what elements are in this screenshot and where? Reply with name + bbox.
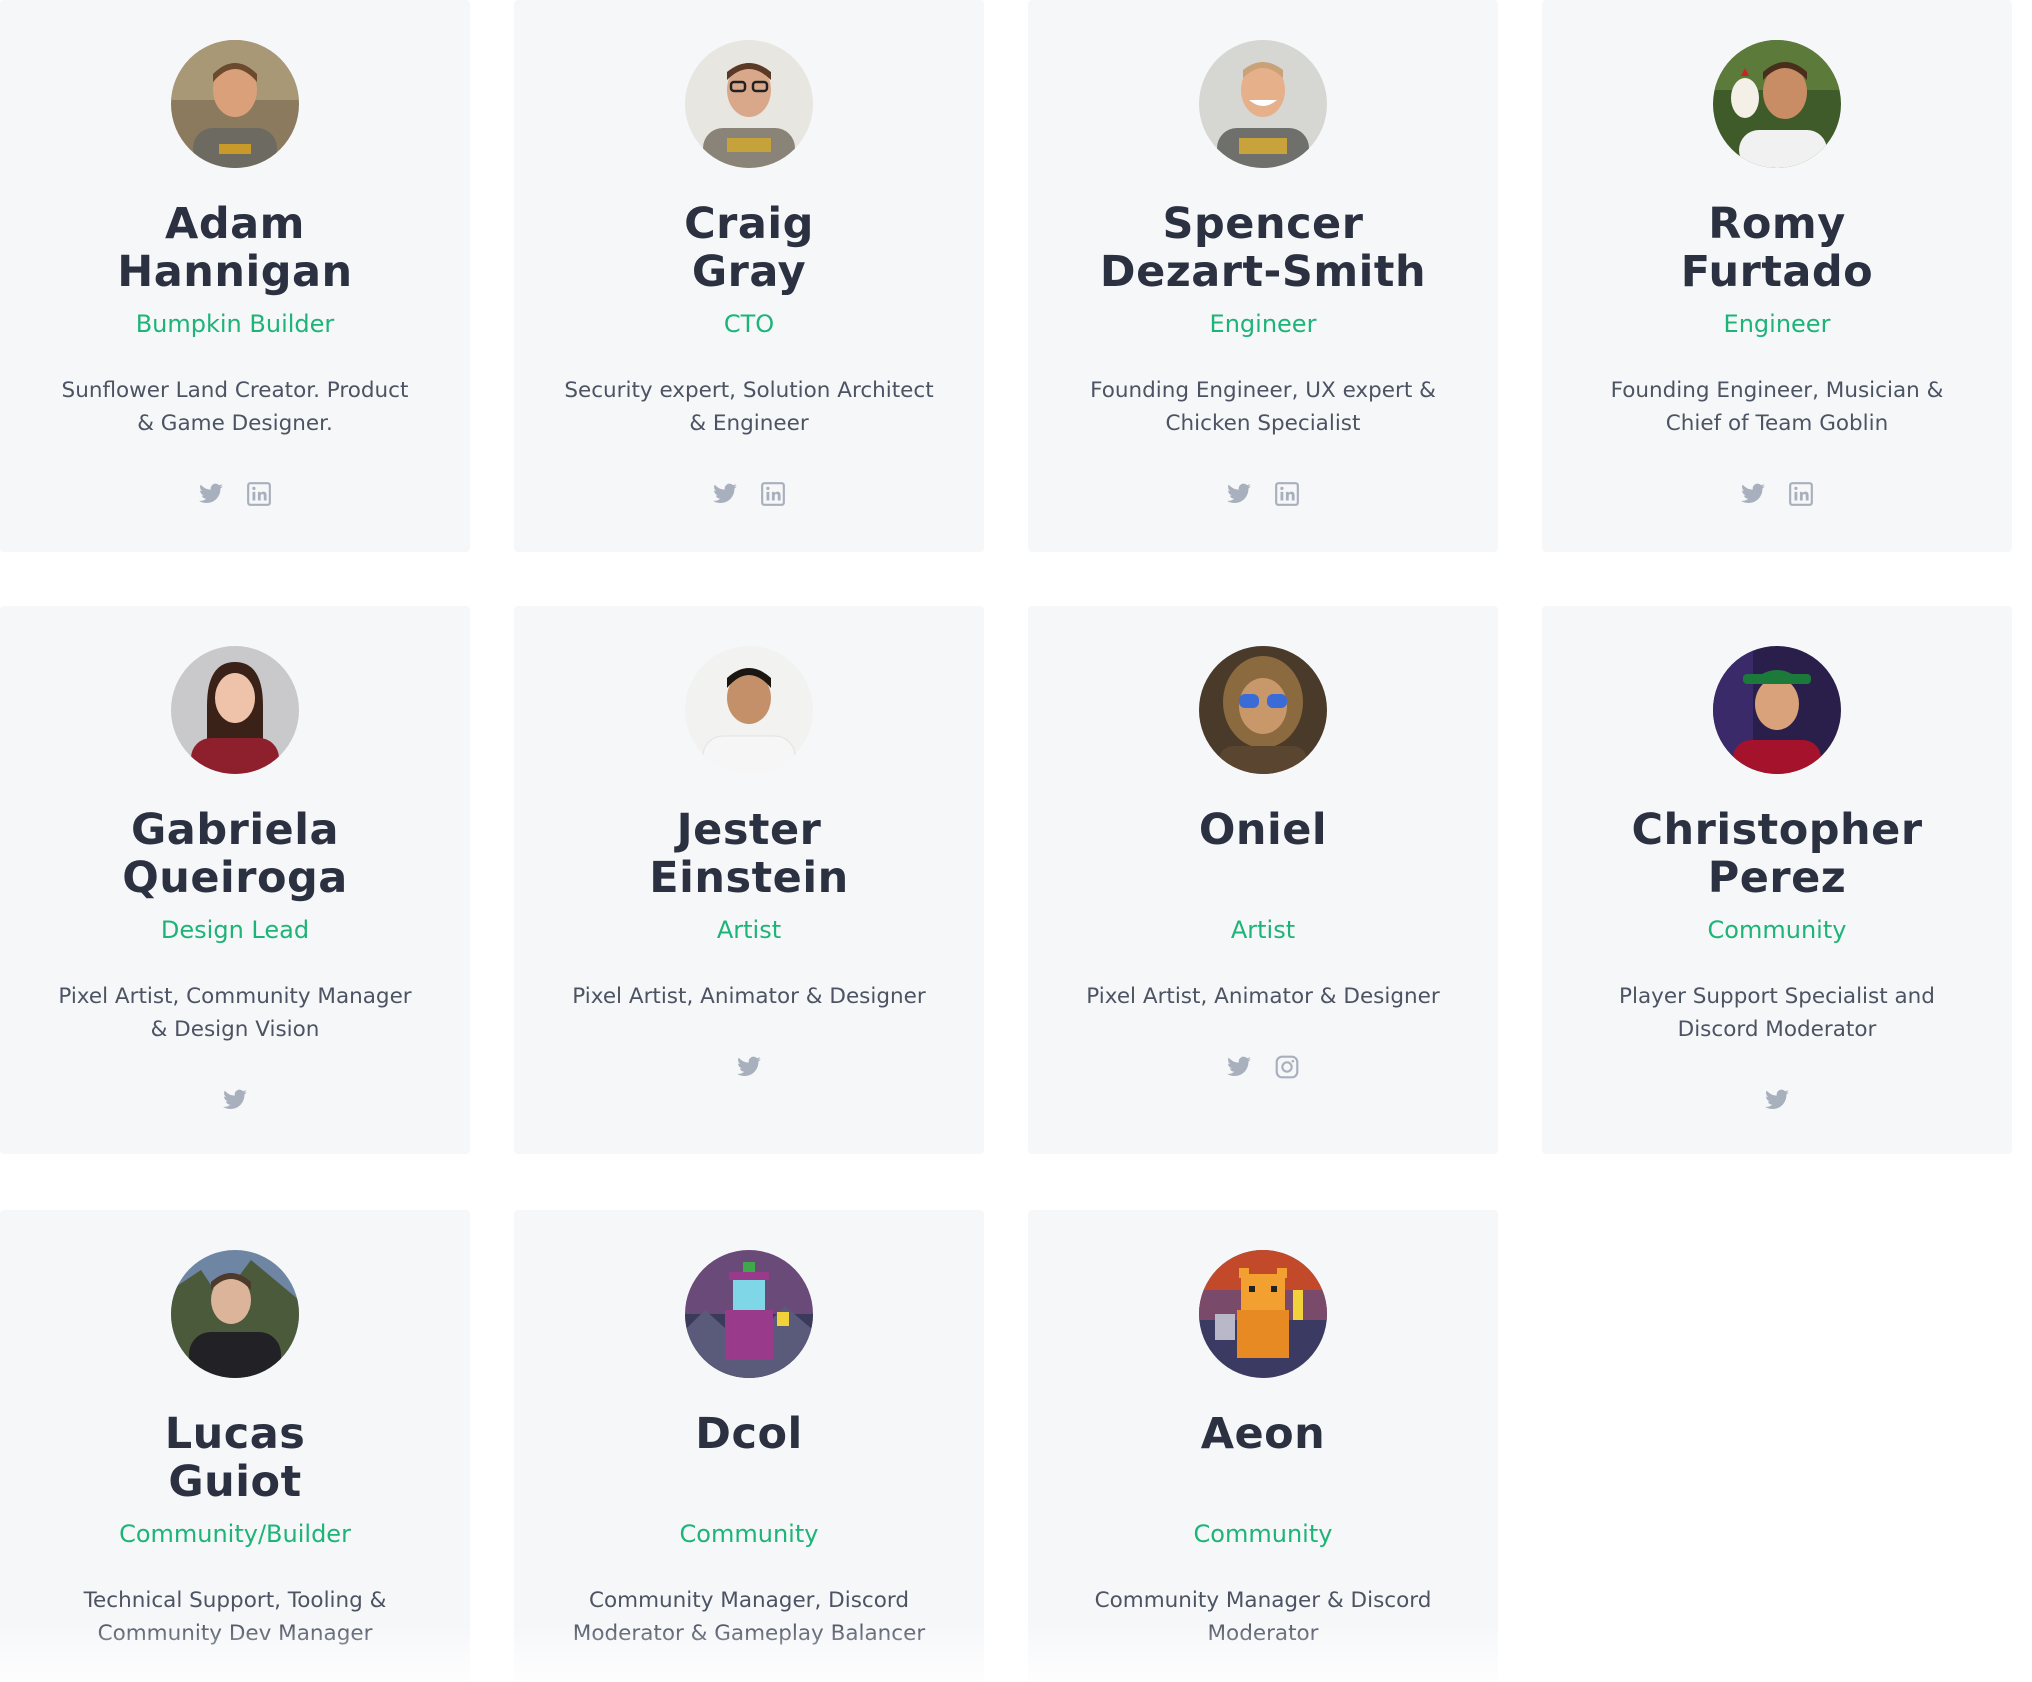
member-name: Jester Einstein — [649, 805, 849, 903]
twitter-icon[interactable] — [711, 480, 739, 508]
team-card-craig: Craig Gray CTO Security expert, Solution … — [514, 0, 984, 552]
avatar — [171, 1250, 299, 1378]
avatar — [1199, 1250, 1327, 1378]
twitter-icon[interactable] — [1225, 480, 1253, 508]
linkedin-icon[interactable] — [1273, 480, 1301, 508]
social-links — [1028, 1053, 1498, 1083]
team-card-christopher: Christopher Perez Community Player Suppor… — [1542, 606, 2012, 1154]
member-bio: Pixel Artist, Animator & Designer — [1086, 984, 1440, 1009]
twitter-icon[interactable] — [1225, 1053, 1253, 1081]
member-role: CTO — [723, 310, 775, 338]
member-name: Lucas Guiot — [164, 1409, 306, 1507]
avatar — [1713, 646, 1841, 774]
member-bio: Sunflower Land Creator. Product & Game De… — [61, 378, 409, 436]
member-bio: Security expert, Solution Architect & Eng… — [564, 378, 934, 436]
twitter-icon[interactable] — [1739, 480, 1767, 508]
linkedin-icon[interactable] — [759, 480, 787, 508]
twitter-icon[interactable] — [197, 480, 225, 508]
member-role: Community/Builder — [119, 1520, 351, 1548]
member-role: Community — [679, 1520, 819, 1548]
team-card-lucas: Lucas Guiot Community/Builder Technical S… — [0, 1210, 470, 1682]
social-links — [1542, 1086, 2012, 1116]
avatar — [685, 40, 813, 168]
team-card-jester: Jester Einstein Artist Pixel Artist, Anim… — [514, 606, 984, 1154]
member-bio: Pixel Artist, Community Manager & Design … — [58, 984, 412, 1042]
linkedin-icon[interactable] — [1787, 480, 1815, 508]
member-bio: Technical Support, Tooling & Community De… — [83, 1588, 387, 1646]
twitter-icon[interactable] — [221, 1086, 249, 1114]
member-role: Artist — [716, 916, 782, 944]
member-name: Dcol — [695, 1409, 803, 1459]
social-links — [1028, 480, 1498, 510]
member-role: Design Lead — [160, 916, 310, 944]
member-bio: Player Support Specialist and Discord Mod… — [1619, 984, 1935, 1042]
instagram-icon[interactable] — [1273, 1053, 1301, 1081]
team-card-adam: Adam Hannigan Bumpkin Builder Sunflower L… — [0, 0, 470, 552]
twitter-icon[interactable] — [1763, 1086, 1791, 1114]
social-links — [0, 1086, 470, 1116]
member-name: Craig Gray — [684, 199, 814, 297]
team-card-spencer: Spencer Dezart-Smith Engineer Founding En… — [1028, 0, 1498, 552]
team-grid: Adam Hannigan Bumpkin Builder Sunflower L… — [0, 0, 2032, 1682]
twitter-icon[interactable] — [735, 1053, 763, 1081]
member-bio: Founding Engineer, UX expert & Chicken Sp… — [1090, 378, 1436, 436]
member-name: Spencer Dezart-Smith — [1099, 199, 1427, 297]
social-links — [1542, 480, 2012, 510]
member-name: Christopher Perez — [1631, 805, 1923, 903]
team-card-romy: Romy Furtado Engineer Founding Engineer, … — [1542, 0, 2012, 552]
avatar — [171, 40, 299, 168]
member-name: Romy Furtado — [1680, 199, 1874, 297]
avatar — [685, 1250, 813, 1378]
member-bio: Pixel Artist, Animator & Designer — [572, 984, 926, 1009]
avatar — [1713, 40, 1841, 168]
member-name: Gabriela Queiroga — [122, 805, 348, 903]
member-bio: Founding Engineer, Musician & Chief of Te… — [1610, 378, 1944, 436]
linkedin-icon[interactable] — [245, 480, 273, 508]
member-role: Bumpkin Builder — [135, 310, 335, 338]
avatar — [171, 646, 299, 774]
member-name: Adam Hannigan — [117, 199, 353, 297]
team-card-aeon: Aeon Community Community Manager & Disco… — [1028, 1210, 1498, 1682]
avatar — [1199, 40, 1327, 168]
member-role: Engineer — [1723, 310, 1831, 338]
social-links — [514, 1053, 984, 1083]
member-bio: Community Manager & Discord Moderator — [1094, 1588, 1432, 1646]
social-links — [0, 480, 470, 510]
member-role: Community — [1707, 916, 1847, 944]
member-name: Oniel — [1198, 805, 1328, 855]
member-role: Community — [1193, 1520, 1333, 1548]
team-card-gabriela: Gabriela Queiroga Design Lead Pixel Artis… — [0, 606, 470, 1154]
social-links — [514, 480, 984, 510]
avatar — [1199, 646, 1327, 774]
team-card-dcol: Dcol Community Community Manager, Discor… — [514, 1210, 984, 1682]
team-card-oniel: Oniel Artist Pixel Artist, Animator & De… — [1028, 606, 1498, 1154]
member-name: Aeon — [1200, 1409, 1326, 1459]
member-role: Engineer — [1209, 310, 1317, 338]
avatar — [685, 646, 813, 774]
member-bio: Community Manager, Discord Moderator & Ga… — [572, 1588, 926, 1646]
member-role: Artist — [1230, 916, 1296, 944]
